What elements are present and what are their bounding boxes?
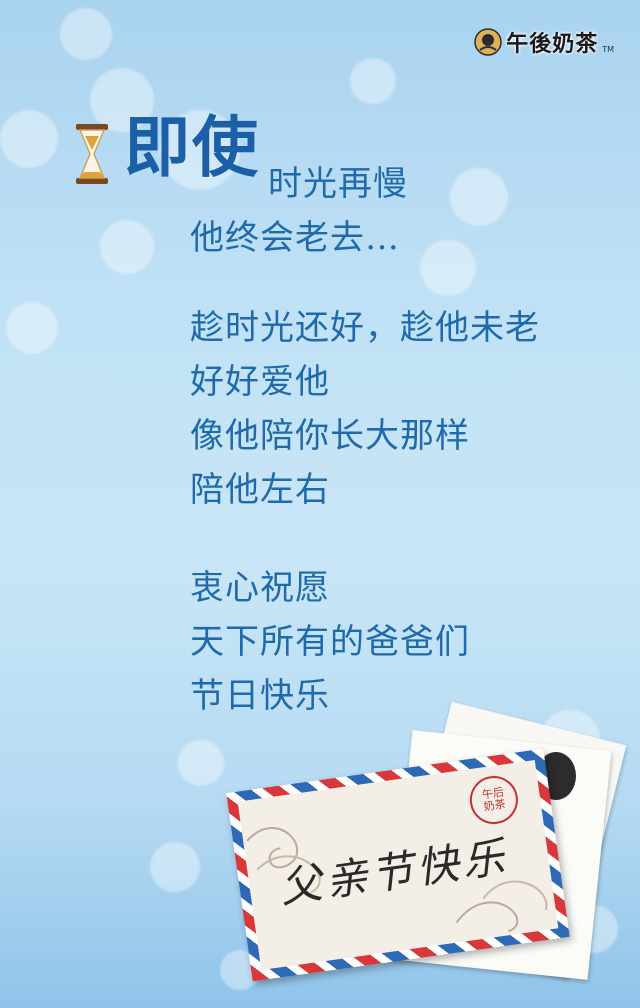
bokeh-light [0,110,58,168]
bokeh-light [450,168,508,226]
poem-line: 好好爱他 [190,362,330,402]
bokeh-light [420,240,476,296]
brand-logo: 午後奶茶 TM [474,26,614,58]
poster: 午後奶茶 TM 即使 时光再慢 他终会老去… 趁时光还好，趁他未老 好好爱他 像… [0,0,640,1008]
poem-line: 像他陪你长大那样 [190,416,470,456]
bokeh-light [6,302,58,354]
bokeh-light [100,220,154,274]
lady-logo-icon [474,28,502,56]
bokeh-light [178,740,224,786]
envelope-face: 午后 奶茶 父亲节快乐 [237,759,559,971]
poem-line: 陪他左右 [190,470,330,510]
hourglass-icon [76,124,108,184]
heading-rest: 时光再慢 [268,164,408,204]
bokeh-light [150,842,200,892]
poem-line: 衷心祝愿 [190,568,330,608]
brand-name: 午後奶茶 [506,31,599,57]
brand-trademark: TM [602,45,614,54]
poem-line: 天下所有的爸爸们 [190,622,470,662]
poem-line: 节日快乐 [190,676,330,716]
bokeh-light [60,8,112,60]
poem-line: 他终会老去… [190,218,400,258]
bokeh-light [350,58,396,104]
poem-line: 趁时光还好，趁他未老 [190,308,540,348]
heading-emphasis: 即使 [124,108,260,186]
